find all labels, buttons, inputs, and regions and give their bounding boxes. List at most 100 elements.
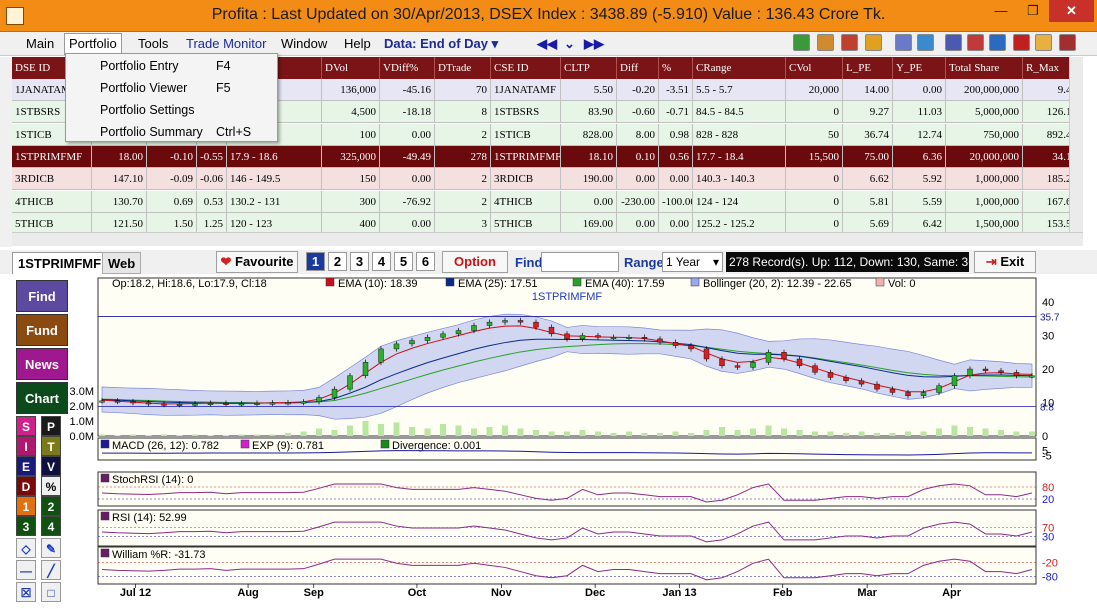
price-chart[interactable]: Op:18.2, Hi:18.6, Lo:17.9, Cl:18 EMA (10)…	[68, 274, 1074, 609]
nav-forward-icon[interactable]: ▶▶	[580, 35, 608, 53]
grid-vertical-scrollbar[interactable]	[1069, 57, 1083, 232]
indicator-S-button[interactable]: S	[16, 416, 36, 436]
chart-slot-1-button[interactable]: 1	[306, 252, 325, 271]
portfolio-settings-item[interactable]: Portfolio Settings	[66, 99, 277, 121]
browser-icon[interactable]	[917, 34, 934, 51]
chart-slot-6-button[interactable]: 6	[416, 252, 435, 271]
fund-button[interactable]: Fund	[16, 314, 68, 346]
indicator-E-button[interactable]: E	[16, 456, 36, 476]
shape-icon[interactable]: ◇	[16, 538, 36, 558]
find-input[interactable]	[541, 252, 619, 272]
grid-horizontal-scrollbar[interactable]	[12, 232, 1083, 246]
indicator-legend-swatch	[240, 439, 250, 449]
indicator-tick-label: 80	[1042, 482, 1054, 494]
volume-tick-label: 3.0M	[70, 386, 94, 398]
table-row[interactable]: 3RDICB 147.10 -0.09 -0.06 146 - 149.5 150 0.00…	[12, 168, 1069, 191]
column-header[interactable]: VDiff%	[380, 57, 435, 79]
favourite-button[interactable]: ❤ Favourite	[216, 251, 298, 273]
table-row[interactable]: 1STPRIMFMF 18.00 -0.10 -0.55 17.9 - 18.6 325,…	[12, 145, 1069, 168]
data-mode-selector[interactable]: Data: End of Day ▾	[380, 35, 502, 53]
indicator-2-button[interactable]: 2	[41, 496, 61, 516]
table-cell: 300	[322, 190, 380, 213]
indicator-P-button[interactable]: P	[41, 416, 61, 436]
column-header[interactable]: Diff	[617, 57, 659, 79]
volume-bar	[564, 431, 570, 436]
portfolio-summary-item[interactable]: Portfolio Summary Ctrl+S	[66, 121, 277, 143]
menu-main[interactable]: Main	[22, 35, 58, 53]
table-row[interactable]: 5THICB 121.50 1.50 1.25 120 - 123 400 0.00 3 5TH…	[12, 212, 1069, 232]
maximize-button[interactable]: ❐	[1018, 0, 1048, 22]
table-cell: 5.59	[893, 190, 946, 213]
menu-portfolio[interactable]: Portfolio	[64, 33, 122, 55]
box-icon[interactable]: □	[41, 582, 61, 602]
column-header[interactable]: CSE ID	[491, 57, 561, 79]
title-bar[interactable]: Profita : Last Updated on 30/Apr/2013, D…	[0, 0, 1097, 32]
line-icon[interactable]: —	[16, 560, 36, 580]
chart-slot-2-button[interactable]: 2	[328, 252, 347, 271]
column-header[interactable]: R_Max	[1023, 57, 1069, 79]
eraser-icon[interactable]: ✎	[41, 538, 61, 558]
table-row[interactable]: 4THICB 130.70 0.69 0.53 130.2 - 131 300 -76.92…	[12, 190, 1069, 213]
folder-icon[interactable]	[1035, 34, 1052, 51]
minimize-button[interactable]: —	[984, 0, 1018, 22]
tab-web[interactable]: Web	[102, 252, 142, 274]
menu-window[interactable]: Window	[277, 35, 331, 53]
chart-button[interactable]: Chart	[16, 382, 68, 414]
chart-slot-5-button[interactable]: 5	[394, 252, 413, 271]
column-header[interactable]: Y_PE	[893, 57, 946, 79]
indicator-T-button[interactable]: T	[41, 436, 61, 456]
nav-back-icon[interactable]: ◀◀	[533, 35, 561, 53]
volume-bar	[982, 428, 989, 436]
column-header[interactable]: DTrade	[435, 57, 491, 79]
nav-down-icon[interactable]: ⌄	[560, 35, 579, 53]
table-cell: 400	[322, 212, 380, 232]
data-mode-label: Data: End of Day	[384, 36, 489, 51]
exit-button[interactable]: ⇥ Exit	[974, 251, 1036, 273]
column-header[interactable]: Total Share	[946, 57, 1023, 79]
refresh-icon[interactable]	[865, 34, 882, 51]
menu-help[interactable]: Help	[340, 35, 375, 53]
column-header[interactable]: CVol	[786, 57, 843, 79]
notes-icon[interactable]	[1059, 34, 1076, 51]
price-candle	[517, 320, 524, 323]
bar-chart-icon[interactable]	[817, 34, 834, 51]
indicator-1-button[interactable]: 1	[16, 496, 36, 516]
indicator-I-button[interactable]: I	[16, 436, 36, 456]
download-icon[interactable]	[793, 34, 810, 51]
calculator-icon[interactable]	[1013, 34, 1030, 51]
monitor-icon[interactable]	[945, 34, 962, 51]
book-icon[interactable]	[841, 34, 858, 51]
indicator-V-button[interactable]: V	[41, 456, 61, 476]
news-button[interactable]: News	[16, 348, 68, 380]
tab-symbol[interactable]: 1STPRIMFMF	[12, 252, 108, 274]
column-header[interactable]: CLTP	[561, 57, 617, 79]
table-cell: 6.36	[893, 145, 946, 168]
portfolio-viewer-item[interactable]: Portfolio Viewer F5	[66, 77, 277, 99]
menu-tools[interactable]: Tools	[134, 35, 172, 53]
indicator-%-button[interactable]: %	[41, 476, 61, 496]
column-header[interactable]: CRange	[693, 57, 786, 79]
chart-slot-3-button[interactable]: 3	[350, 252, 369, 271]
price-tick-label: 0	[1042, 431, 1048, 443]
edit-icon[interactable]	[895, 34, 912, 51]
menu-trade-monitor[interactable]: Trade Monitor	[182, 35, 270, 53]
table-cell: 0	[786, 101, 843, 124]
indicator-legend-swatch	[100, 473, 110, 483]
portfolio-entry-item[interactable]: Portfolio Entry F4	[66, 55, 277, 77]
report-icon[interactable]	[967, 34, 984, 51]
option-button[interactable]: Option	[442, 251, 508, 273]
column-header[interactable]: %	[659, 57, 693, 79]
indicator-4-button[interactable]: 4	[41, 516, 61, 536]
chart-slot-4-button[interactable]: 4	[372, 252, 391, 271]
range-select[interactable]: 1 Year ▾	[662, 252, 723, 272]
column-header[interactable]: L_PE	[843, 57, 893, 79]
trendline-icon[interactable]: ╱	[41, 560, 61, 580]
find-button[interactable]: Find	[16, 280, 68, 312]
close-button[interactable]: ✕	[1049, 0, 1094, 22]
grid-icon[interactable]	[989, 34, 1006, 51]
column-header[interactable]: DVol	[322, 57, 380, 79]
indicator-3-button[interactable]: 3	[16, 516, 36, 536]
indicator-D-button[interactable]: D	[16, 476, 36, 496]
delete-icon[interactable]: ☒	[16, 582, 36, 602]
volume-bar	[130, 434, 136, 436]
